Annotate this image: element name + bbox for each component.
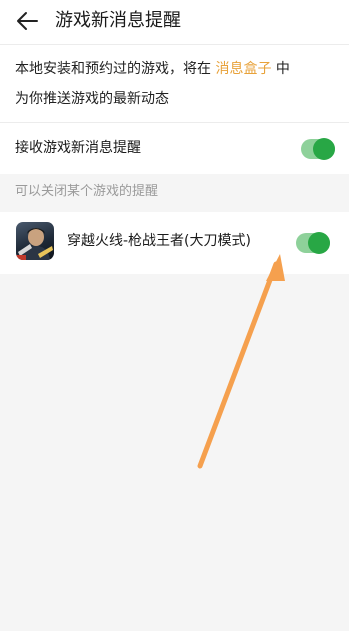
intro-text-prefix: 本地安装和预约过的游戏，将在 <box>15 61 211 77</box>
game-notification-switch[interactable] <box>296 232 330 254</box>
message-box-link[interactable]: 消息盒子 <box>215 61 271 77</box>
intro-text-suffix: 中 <box>275 61 290 77</box>
game-title: 穿越火线-枪战王者(大刀模式) <box>67 233 251 249</box>
intro-line-1: 本地安装和预约过的游戏，将在 消息盒子 中 <box>15 59 290 79</box>
receive-notifications-label: 接收游戏新消息提醒 <box>15 140 141 156</box>
intro-description: 本地安装和预约过的游戏，将在 消息盒子 中 为你推送游戏的最新动态 <box>0 44 349 122</box>
section-hint: 可以关闭某个游戏的提醒 <box>15 184 159 199</box>
game-row: 穿越火线-枪战王者(大刀模式) <box>0 212 349 274</box>
receive-notifications-switch[interactable] <box>301 138 335 160</box>
arrow-left-icon <box>17 12 38 30</box>
game-app-icon <box>16 222 54 260</box>
page-title: 游戏新消息提醒 <box>55 10 181 31</box>
receive-notifications-row: 接收游戏新消息提醒 <box>0 122 349 174</box>
switch-knob <box>308 232 330 254</box>
intro-line-2: 为你推送游戏的最新动态 <box>15 91 169 107</box>
app-header: 游戏新消息提醒 <box>0 0 349 44</box>
back-button[interactable] <box>10 6 44 36</box>
switch-knob <box>313 138 335 160</box>
